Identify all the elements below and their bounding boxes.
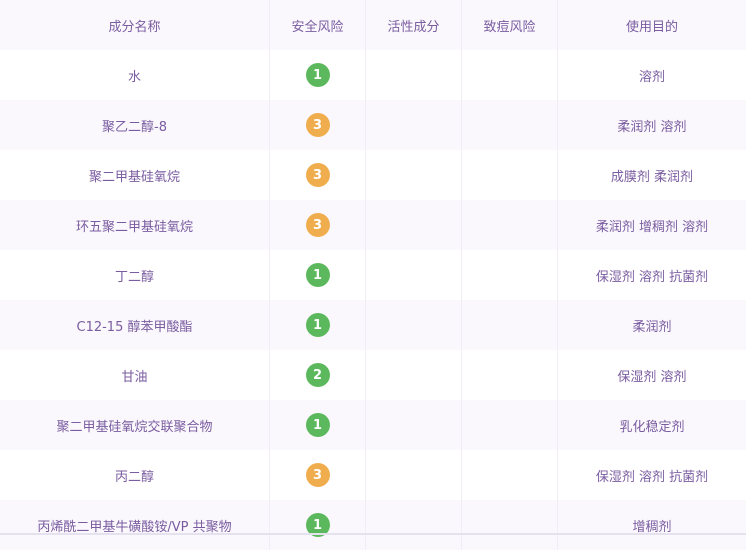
safety-risk-cell: 1 — [270, 250, 366, 300]
acne-risk-cell — [462, 50, 558, 100]
header-acne-risk: 致痘风险 — [462, 0, 558, 50]
table-row[interactable]: 丙二醇 3 保湿剂 溶剂 抗菌剂 — [0, 450, 746, 500]
safety-risk-cell: 3 — [270, 200, 366, 250]
active-ingredient-cell — [366, 150, 462, 200]
ingredient-name: 丙烯酰二甲基牛磺酸铵/VP 共聚物 — [37, 519, 232, 535]
risk-badge: 2 — [305, 363, 330, 387]
ingredient-name-cell: 聚乙二醇-8 — [0, 100, 270, 150]
ingredient-name-cell: C12-15 醇苯甲酸酯 — [0, 300, 270, 350]
risk-badge: 1 — [305, 413, 330, 437]
usage-purpose-cell: 增稠剂 — [558, 500, 746, 550]
risk-badge: 3 — [305, 213, 330, 237]
usage-purpose-cell: 溶剂 — [558, 50, 746, 100]
ingredient-name-cell: 环五聚二甲基硅氧烷 — [0, 200, 270, 250]
ingredient-name-cell: 聚二甲基硅氧烷 — [0, 150, 270, 200]
usage-purpose-cell: 柔润剂 — [558, 300, 746, 350]
usage-purpose: 柔润剂 增稠剂 溶剂 — [595, 219, 709, 235]
active-ingredient-cell — [366, 450, 462, 500]
usage-purpose: 乳化稳定剂 — [619, 419, 685, 435]
table-body: 水 1 溶剂聚乙二醇-8 3 柔润剂 溶剂聚二甲基硅氧烷 3 成膜剂 柔润剂环五聚二甲基硅氧… — [0, 50, 746, 550]
ingredient-name: 丁二醇 — [114, 269, 154, 285]
ingredient-name-cell: 丙烯酰二甲基牛磺酸铵/VP 共聚物 — [0, 500, 270, 550]
risk-badge: 3 — [305, 463, 330, 487]
usage-purpose: 溶剂 — [638, 69, 665, 85]
ingredient-name: 聚二甲基硅氧烷 — [88, 169, 180, 185]
ingredient-name-cell: 丁二醇 — [0, 250, 270, 300]
active-ingredient-cell — [366, 200, 462, 250]
acne-risk-cell — [462, 350, 558, 400]
table-row[interactable]: 聚二甲基硅氧烷 3 成膜剂 柔润剂 — [0, 150, 746, 200]
table-row[interactable]: 聚二甲基硅氧烷交联聚合物 1 乳化稳定剂 — [0, 400, 746, 450]
safety-risk-cell: 3 — [270, 150, 366, 200]
table-row[interactable]: 环五聚二甲基硅氧烷 3 柔润剂 增稠剂 溶剂 — [0, 200, 746, 250]
risk-badge: 1 — [305, 313, 330, 337]
risk-badge: 3 — [305, 163, 330, 187]
ingredient-table: 成分名称 安全风险 活性成分 致痘风险 使用目的 水 1 溶剂聚乙二醇-8 3 柔润剂 … — [0, 0, 746, 550]
ingredient-name: 聚二甲基硅氧烷交联聚合物 — [56, 419, 213, 435]
table-header: 成分名称 安全风险 活性成分 致痘风险 使用目的 — [0, 0, 746, 50]
safety-risk-cell: 1 — [270, 400, 366, 450]
usage-purpose-cell: 成膜剂 柔润剂 — [558, 150, 746, 200]
table-row[interactable]: 丙烯酰二甲基牛磺酸铵/VP 共聚物 1 增稠剂 — [0, 500, 746, 550]
ingredient-name-cell: 丙二醇 — [0, 450, 270, 500]
risk-badge: 1 — [305, 263, 330, 287]
header-name: 成分名称 — [0, 0, 270, 50]
safety-risk-cell: 2 — [270, 350, 366, 400]
active-ingredient-cell — [366, 100, 462, 150]
acne-risk-cell — [462, 250, 558, 300]
table-row[interactable]: C12-15 醇苯甲酸酯 1 柔润剂 — [0, 300, 746, 350]
usage-purpose: 保湿剂 溶剂 — [617, 369, 687, 385]
ingredient-name: 水 — [127, 69, 141, 85]
safety-risk-cell: 3 — [270, 100, 366, 150]
usage-purpose: 成膜剂 柔润剂 — [610, 169, 694, 185]
active-ingredient-cell — [366, 300, 462, 350]
usage-purpose: 保湿剂 溶剂 抗菌剂 — [595, 469, 709, 485]
ingredient-name: 聚乙二醇-8 — [102, 119, 167, 135]
acne-risk-cell — [462, 400, 558, 450]
table-row[interactable]: 聚乙二醇-8 3 柔润剂 溶剂 — [0, 100, 746, 150]
safety-risk-cell: 3 — [270, 450, 366, 500]
active-ingredient-cell — [366, 50, 462, 100]
risk-badge: 1 — [305, 63, 330, 87]
acne-risk-cell — [462, 150, 558, 200]
ingredient-name-cell: 聚二甲基硅氧烷交联聚合物 — [0, 400, 270, 450]
header-active: 活性成分 — [366, 0, 462, 50]
usage-purpose: 保湿剂 溶剂 抗菌剂 — [595, 269, 709, 285]
header-purpose: 使用目的 — [625, 19, 678, 35]
table-row[interactable]: 丁二醇 1 保湿剂 溶剂 抗菌剂 — [0, 250, 746, 300]
safety-risk-cell: 1 — [270, 500, 366, 550]
usage-purpose-cell: 乳化稳定剂 — [558, 400, 746, 450]
ingredient-name-cell: 水 — [0, 50, 270, 100]
active-ingredient-cell — [366, 350, 462, 400]
active-ingredient-cell — [366, 500, 462, 550]
ingredient-name-cell: 甘油 — [0, 350, 270, 400]
usage-purpose: 柔润剂 溶剂 — [617, 119, 687, 135]
active-ingredient-cell — [366, 250, 462, 300]
usage-purpose-cell: 保湿剂 溶剂 抗菌剂 — [558, 250, 746, 300]
usage-purpose: 增稠剂 — [632, 519, 672, 535]
usage-purpose-cell: 保湿剂 溶剂 — [558, 350, 746, 400]
acne-risk-cell — [462, 100, 558, 150]
acne-risk-cell — [462, 500, 558, 550]
table-row[interactable]: 甘油 2 保湿剂 溶剂 — [0, 350, 746, 400]
usage-purpose-cell: 柔润剂 溶剂 — [558, 100, 746, 150]
header-safety-risk: 安全风险 — [270, 0, 366, 50]
usage-purpose: 柔润剂 — [632, 319, 672, 335]
safety-risk-cell: 1 — [270, 50, 366, 100]
ingredient-name: 甘油 — [121, 369, 148, 385]
safety-risk-cell: 1 — [270, 300, 366, 350]
acne-risk-cell — [462, 450, 558, 500]
usage-purpose-cell: 保湿剂 溶剂 抗菌剂 — [558, 450, 746, 500]
acne-risk-cell — [462, 300, 558, 350]
ingredient-name: 丙二醇 — [114, 469, 154, 485]
ingredient-name: C12-15 醇苯甲酸酯 — [76, 319, 193, 335]
ingredient-name: 环五聚二甲基硅氧烷 — [75, 219, 193, 235]
active-ingredient-cell — [366, 400, 462, 450]
risk-badge: 3 — [305, 113, 330, 137]
acne-risk-cell — [462, 200, 558, 250]
usage-purpose-cell: 柔润剂 增稠剂 溶剂 — [558, 200, 746, 250]
table-row[interactable]: 水 1 溶剂 — [0, 50, 746, 100]
